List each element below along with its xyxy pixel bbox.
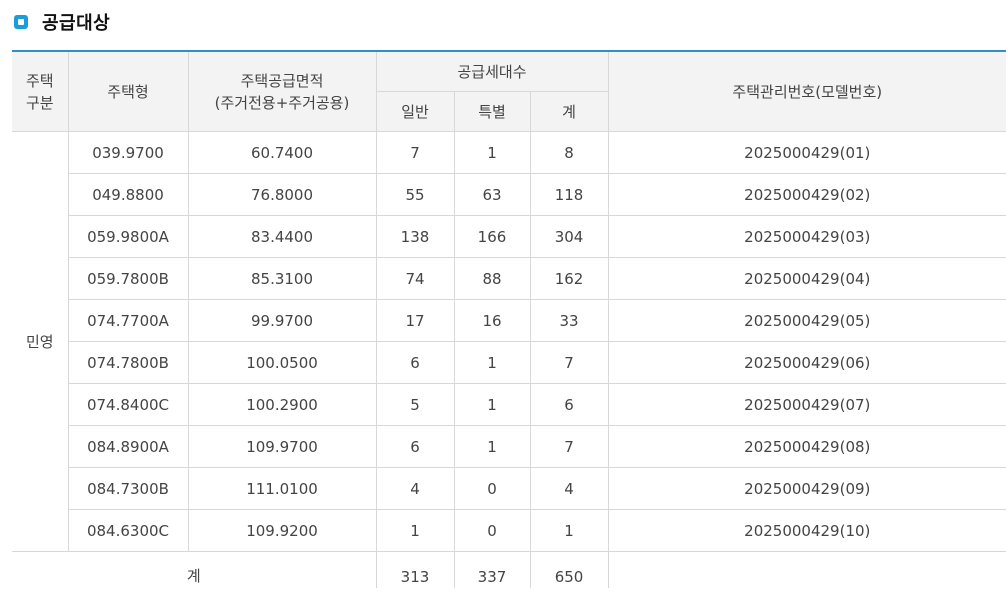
header-supply-area: 주택공급면적 (주거전용+주거공용) [187,50,377,132]
table-row: 074.7700A 99.9700 17 16 33 2025000429(05) [12,299,1006,342]
special-count-cell: 0 [453,467,531,510]
special-count-cell: 1 [453,425,531,468]
total-count-cell: 33 [529,299,609,342]
totals-special: 337 [453,551,531,588]
table-row: 049.8800 76.8000 55 63 118 2025000429(02) [12,173,1006,216]
table-row: 084.8900A 109.9700 6 1 7 2025000429(08) [12,425,1006,468]
totals-general: 313 [375,551,455,588]
management-number-cell: 2025000429(05) [607,299,1006,342]
totals-total: 650 [529,551,609,588]
model-cell: 074.7800B [68,341,189,384]
special-count-cell: 1 [453,341,531,384]
management-number-cell: 2025000429(10) [607,509,1006,552]
total-count-cell: 7 [529,341,609,384]
header-households: 공급세대수 [375,50,609,92]
general-count-cell: 4 [375,467,455,510]
totals-label: 계 [12,551,377,588]
header-supply-area-line2: (주거전용+주거공용) [214,93,350,112]
supply-table: 주택 구분 주택형 주택공급면적 (주거전용+주거공용) 공급세대수 주택관리번… [12,50,1006,588]
header-housing-category-line2: 구분 [25,93,54,112]
model-cell: 039.9700 [67,131,189,174]
total-count-cell: 162 [529,257,609,300]
totals-row: 계 313 337 650 [12,551,1006,588]
model-cell: 074.8400C [68,383,189,426]
header-model: 주택형 [67,50,189,132]
general-count-cell: 7 [375,131,455,174]
total-count-cell: 118 [529,173,609,216]
total-count-cell: 304 [529,215,609,258]
general-count-cell: 138 [375,215,455,258]
category-cell: 민영 [12,131,69,552]
management-number-cell: 2025000429(06) [607,341,1006,384]
area-cell: 100.2900 [187,383,377,426]
model-cell: 059.7800B [68,257,189,300]
table-row: 074.7800B 100.0500 6 1 7 2025000429(06) [12,341,1006,384]
area-cell: 85.3100 [187,257,377,300]
management-number-cell: 2025000429(02) [607,173,1006,216]
management-number-cell: 2025000429(04) [607,257,1006,300]
general-count-cell: 5 [375,383,455,426]
area-cell: 109.9700 [187,425,377,468]
total-count-cell: 8 [529,131,609,174]
total-count-cell: 6 [529,383,609,426]
model-cell: 059.9800A [68,215,189,258]
special-count-cell: 1 [453,383,531,426]
management-number-cell: 2025000429(03) [607,215,1006,258]
table-row: 민영 039.9700 60.7400 7 1 8 2025000429(01) [12,131,1006,552]
square-bullet-icon [14,15,28,29]
management-number-cell: 2025000429(09) [607,467,1006,510]
special-count-cell: 0 [453,509,531,552]
header-housing-category: 주택 구분 [12,50,69,132]
totals-empty-cell [607,551,1006,588]
total-count-cell: 4 [529,467,609,510]
special-count-cell: 63 [453,173,531,216]
general-count-cell: 6 [375,425,455,468]
area-cell: 111.0100 [187,467,377,510]
section-header: 공급대상 [14,8,110,36]
table-row: 084.7300B 111.0100 4 0 4 2025000429(09) [12,467,1006,510]
table-row: 074.8400C 100.2900 5 1 6 2025000429(07) [12,383,1006,426]
general-count-cell: 6 [375,341,455,384]
header-supply-area-line1: 주택공급면적 [240,71,324,90]
header-special: 특별 [453,91,531,132]
special-count-cell: 166 [453,215,531,258]
table-row: 059.9800A 83.4400 138 166 304 2025000429(03) [12,215,1006,258]
header-general: 일반 [376,91,455,132]
management-number-cell: 2025000429(08) [607,425,1006,468]
model-cell: 049.8800 [68,173,189,216]
header-housing-category-line1: 주택 [25,71,54,90]
area-cell: 60.7400 [187,131,377,174]
model-cell: 084.7300B [68,467,189,510]
model-cell: 074.7700A [68,299,189,342]
special-count-cell: 88 [453,257,531,300]
total-count-cell: 7 [529,425,609,468]
management-number-cell: 2025000429(01) [607,131,1006,174]
area-cell: 76.8000 [187,173,377,216]
table-row: 084.6300C 109.9200 1 0 1 2025000429(10) [12,509,1006,552]
special-count-cell: 16 [453,299,531,342]
special-count-cell: 1 [453,131,531,174]
general-count-cell: 74 [375,257,455,300]
table-body: 민영 039.9700 60.7400 7 1 8 2025000429(01) 049.88… [12,131,1006,588]
management-number-cell: 2025000429(07) [607,383,1006,426]
header-management-number: 주택관리번호(모델번호) [607,50,1006,132]
model-cell: 084.8900A [68,425,189,468]
section-title: 공급대상 [42,13,111,34]
area-cell: 100.0500 [187,341,377,384]
area-cell: 99.9700 [187,299,377,342]
general-count-cell: 55 [375,173,455,216]
header-total: 계 [529,91,609,132]
area-cell: 83.4400 [187,215,377,258]
total-count-cell: 1 [529,509,609,552]
table-row: 059.7800B 85.3100 74 88 162 2025000429(04) [12,257,1006,300]
model-cell: 084.6300C [68,509,189,552]
area-cell: 109.9200 [187,509,377,552]
general-count-cell: 1 [375,509,455,552]
general-count-cell: 17 [375,299,455,342]
